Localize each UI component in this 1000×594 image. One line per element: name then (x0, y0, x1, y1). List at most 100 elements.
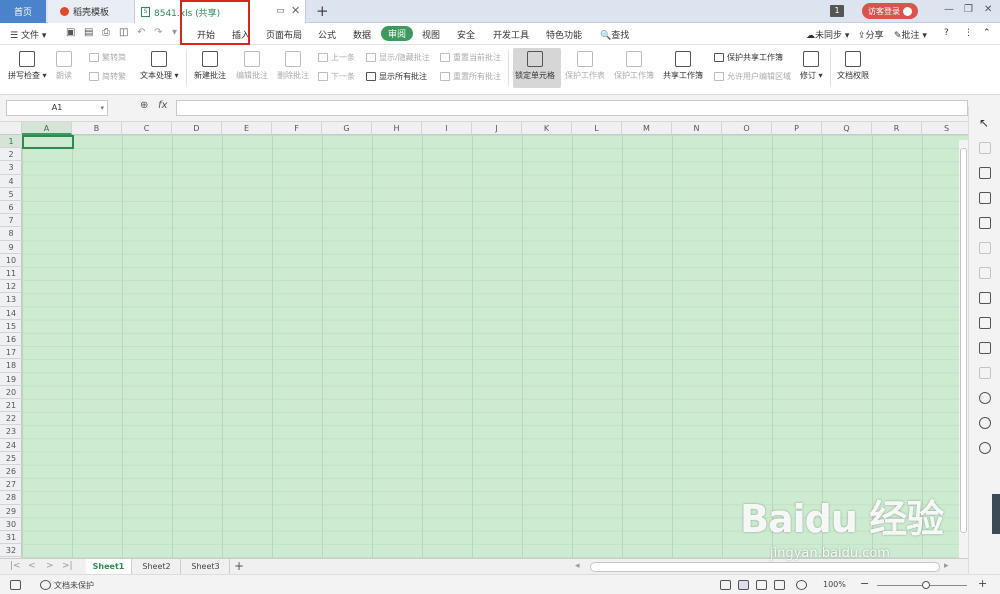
help-icon[interactable]: ? (944, 28, 949, 38)
cell-area[interactable] (22, 135, 968, 558)
sheet-tab-1[interactable]: Sheet1 (86, 559, 132, 575)
row-header[interactable]: 2 (0, 148, 22, 162)
last-sheet-icon[interactable]: >| (62, 561, 73, 571)
select-all-corner[interactable] (0, 122, 22, 135)
row-header[interactable]: 21 (0, 399, 22, 413)
sync-button[interactable]: ☁未同步 ▾ (806, 28, 849, 41)
show-hide-comment-button[interactable]: 显示/隐藏批注 (366, 52, 430, 63)
sheet-tab-2[interactable]: Sheet2 (133, 559, 181, 575)
tab-close-icon[interactable]: ✕ (291, 4, 300, 17)
column-header[interactable]: P (772, 122, 822, 135)
next-item-button[interactable]: 下一条 (318, 71, 355, 82)
row-header[interactable]: 29 (0, 505, 22, 518)
menu-item-page-layout[interactable]: 页面布局 (266, 28, 302, 41)
hscroll-right-icon[interactable]: ▸ (944, 561, 949, 571)
row-header[interactable]: 28 (0, 491, 22, 505)
add-sheet-icon[interactable]: + (234, 559, 244, 573)
row-header[interactable]: 18 (0, 359, 22, 373)
sidebar-disabled-icon[interactable] (979, 142, 991, 154)
lock-cell-button[interactable]: 锁定单元格 (515, 51, 555, 81)
table-icon[interactable] (979, 192, 991, 204)
sidebar-disabled-icon[interactable] (979, 267, 991, 279)
redo-icon[interactable]: ↷ (154, 27, 162, 38)
zoom-icon[interactable]: ⊕ (140, 100, 148, 111)
next-sheet-icon[interactable]: > (46, 561, 54, 571)
column-header[interactable]: S (922, 122, 968, 135)
column-header[interactable]: G (322, 122, 372, 135)
undo-icon[interactable]: ↶ (137, 27, 145, 38)
row-header[interactable]: 6 (0, 201, 22, 215)
protect-sheet-button[interactable]: 保护工作表 (565, 51, 605, 81)
zoom-out-icon[interactable]: − (860, 577, 869, 590)
row-header[interactable]: 25 (0, 452, 22, 465)
zoom-slider-knob[interactable] (922, 581, 930, 589)
column-header[interactable]: K (522, 122, 572, 135)
column-header[interactable]: A (22, 122, 72, 135)
row-header[interactable]: 31 (0, 531, 22, 545)
fullscreen-icon[interactable] (720, 580, 731, 590)
file-menu[interactable]: ☰ 文件 ▾ (10, 28, 46, 41)
row-header[interactable]: 22 (0, 412, 22, 426)
export-pdf-icon[interactable]: ▤ (84, 27, 93, 38)
tab-template[interactable]: 稻壳模板 (48, 0, 134, 23)
row-header[interactable]: 23 (0, 425, 22, 439)
insert-function-button[interactable]: fx (158, 100, 167, 111)
reset-all-comments-button[interactable]: 重置所有批注 (440, 71, 501, 82)
share-button[interactable]: ⇪分享 (858, 28, 884, 41)
export-icon[interactable] (979, 317, 991, 329)
allow-edit-ranges-button[interactable]: 允许用户编辑区域 (714, 71, 791, 82)
add-tab-icon[interactable]: + (316, 2, 329, 20)
protect-shared-workbook-button[interactable]: 保护共享工作簿 (714, 52, 783, 63)
column-header[interactable]: J (472, 122, 522, 135)
track-changes-button[interactable]: 修订 ▾ (800, 51, 823, 81)
window-count-badge[interactable]: 1 (830, 5, 844, 17)
minimize-icon[interactable]: — (944, 4, 954, 15)
menu-item-features[interactable]: 特色功能 (546, 28, 582, 41)
simp-to-trad-button[interactable]: 简转繁 (89, 71, 126, 82)
eye-protect-icon[interactable] (796, 580, 807, 590)
chart-icon[interactable] (979, 217, 991, 229)
macro-icon[interactable] (10, 580, 21, 590)
customize-toolbar-icon[interactable]: ▾ (172, 27, 177, 38)
formula-input[interactable] (176, 100, 968, 116)
tab-home[interactable]: 首页 (0, 0, 46, 23)
row-header[interactable]: 26 (0, 465, 22, 479)
history-icon[interactable] (979, 417, 991, 429)
text-process-button[interactable]: 文本处理 ▾ (140, 51, 179, 81)
sidebar-disabled-icon[interactable] (979, 367, 991, 379)
menu-item-data[interactable]: 数据 (353, 28, 371, 41)
column-header[interactable]: H (372, 122, 422, 135)
column-header[interactable]: M (622, 122, 672, 135)
print-preview-icon[interactable]: ◫ (119, 27, 128, 38)
vertical-scroll-thumb[interactable] (960, 148, 967, 533)
delete-comment-button[interactable]: 删除批注 (277, 51, 309, 81)
column-header[interactable]: E (222, 122, 272, 135)
name-box[interactable]: A1 ▾ (6, 100, 108, 116)
row-header[interactable]: 3 (0, 161, 22, 175)
spell-check-button[interactable]: 拼写检查 ▾ (8, 51, 47, 81)
column-header[interactable]: B (72, 122, 122, 135)
first-sheet-icon[interactable]: |< (10, 561, 21, 571)
search-button[interactable]: 🔍查找 (600, 28, 629, 41)
print-icon[interactable]: ⎙ (102, 27, 110, 38)
column-header[interactable]: R (872, 122, 922, 135)
column-header[interactable]: O (722, 122, 772, 135)
menu-item-security[interactable]: 安全 (457, 28, 475, 41)
row-header[interactable]: 30 (0, 518, 22, 531)
column-header[interactable]: C (122, 122, 172, 135)
column-header[interactable]: Q (822, 122, 872, 135)
zoom-level[interactable]: 100% (823, 580, 846, 589)
page-layout-view-icon[interactable] (756, 580, 767, 590)
more-options-icon[interactable]: ⋮ (964, 28, 973, 38)
select-cursor-icon[interactable]: ↖ (979, 116, 991, 130)
column-header[interactable]: L (572, 122, 622, 135)
sheet-tab-3[interactable]: Sheet3 (182, 559, 230, 575)
column-header[interactable]: I (422, 122, 472, 135)
menu-item-review[interactable]: 审阅 (381, 26, 414, 41)
row-header[interactable]: 20 (0, 386, 22, 399)
row-header[interactable]: 32 (0, 544, 22, 558)
row-header[interactable]: 4 (0, 175, 22, 188)
active-cell[interactable] (22, 135, 74, 149)
style-icon[interactable] (979, 167, 991, 179)
menu-item-developer[interactable]: 开发工具 (493, 28, 529, 41)
